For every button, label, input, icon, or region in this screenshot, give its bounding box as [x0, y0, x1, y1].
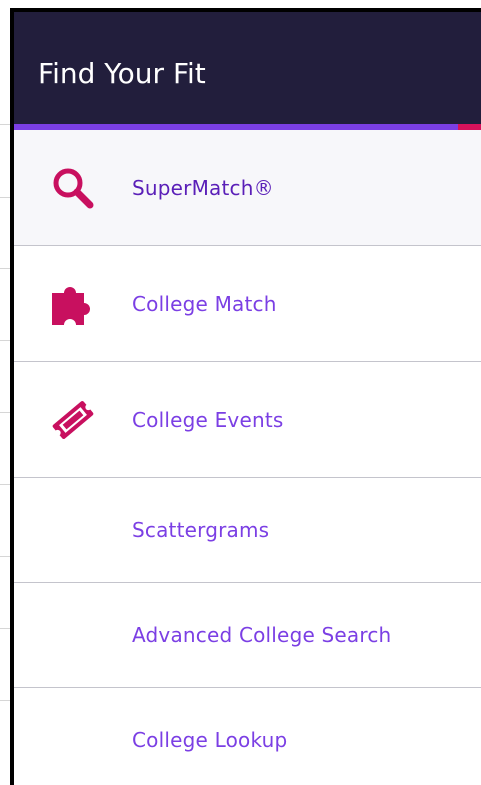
menu-header: Find Your Fit: [14, 12, 481, 130]
background-divider: [0, 340, 10, 341]
menu-item-label: Scattergrams: [132, 518, 270, 542]
menu-item-college-lookup[interactable]: College Lookup: [14, 688, 481, 785]
menu-item-label: SuperMatch®: [132, 175, 274, 200]
menu-item-label: College Lookup: [132, 728, 288, 752]
background-divider: [0, 124, 10, 125]
background-divider: [0, 700, 10, 701]
puzzle-piece-icon: [48, 279, 98, 329]
menu-item-college-events[interactable]: College Events: [14, 362, 481, 478]
menu-title: Find Your Fit: [38, 56, 206, 90]
find-your-fit-menu-panel: Find Your Fit SuperMatch® College Match …: [10, 8, 481, 785]
background-divider: [0, 197, 10, 198]
background-divider: [0, 268, 10, 269]
search-icon: [48, 163, 98, 213]
menu-list: SuperMatch® College Match College Events…: [14, 130, 481, 785]
header-accent-bar: [14, 124, 481, 130]
menu-item-scattergrams[interactable]: Scattergrams: [14, 478, 481, 583]
menu-item-label: College Events: [132, 407, 284, 432]
menu-item-advanced-college-search[interactable]: Advanced College Search: [14, 583, 481, 688]
menu-item-label: Advanced College Search: [132, 623, 392, 647]
menu-item-supermatch[interactable]: SuperMatch®: [14, 130, 481, 246]
menu-item-label: College Match: [132, 291, 277, 316]
background-divider: [0, 628, 10, 629]
background-divider: [0, 556, 10, 557]
header-accent-pink: [458, 124, 481, 130]
ticket-icon: [48, 395, 98, 445]
background-divider: [0, 484, 10, 485]
menu-item-college-match[interactable]: College Match: [14, 246, 481, 362]
background-divider: [0, 412, 10, 413]
